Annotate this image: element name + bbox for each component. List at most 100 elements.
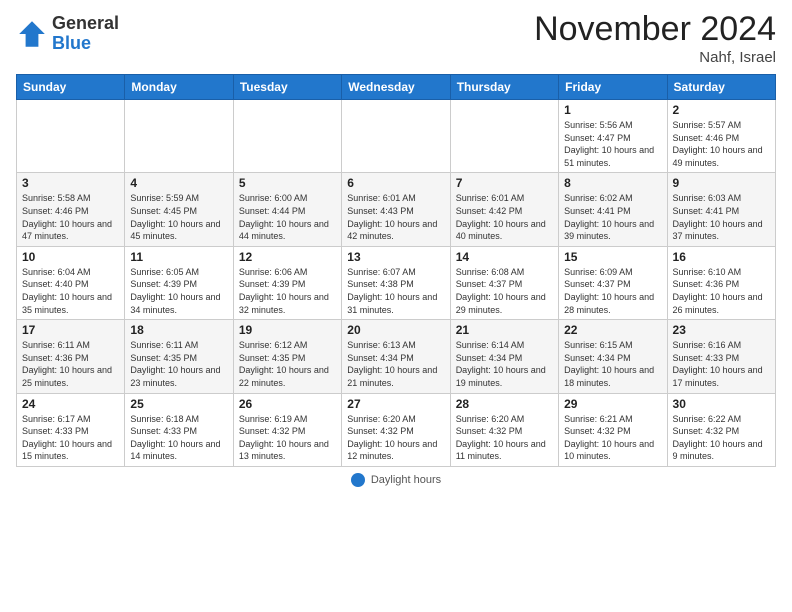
logo-line2: Blue xyxy=(52,34,119,54)
day-number: 19 xyxy=(239,323,336,337)
logo-line1: General xyxy=(52,14,119,34)
day-info: Sunrise: 6:05 AM Sunset: 4:39 PM Dayligh… xyxy=(130,266,227,316)
day-info: Sunrise: 6:17 AM Sunset: 4:33 PM Dayligh… xyxy=(22,413,119,463)
day-info: Sunrise: 6:19 AM Sunset: 4:32 PM Dayligh… xyxy=(239,413,336,463)
calendar-week-2: 3 Sunrise: 5:58 AM Sunset: 4:46 PM Daylig… xyxy=(17,173,776,246)
day-number: 23 xyxy=(673,323,770,337)
day-info: Sunrise: 6:15 AM Sunset: 4:34 PM Dayligh… xyxy=(564,339,661,389)
day-info: Sunrise: 6:21 AM Sunset: 4:32 PM Dayligh… xyxy=(564,413,661,463)
day-number: 13 xyxy=(347,250,444,264)
calendar-cell: 23 Sunrise: 6:16 AM Sunset: 4:33 PM Dayli… xyxy=(667,320,775,393)
calendar-week-3: 10 Sunrise: 6:04 AM Sunset: 4:40 PM Dayli… xyxy=(17,246,776,319)
day-info: Sunrise: 5:59 AM Sunset: 4:45 PM Dayligh… xyxy=(130,192,227,242)
calendar-week-4: 17 Sunrise: 6:11 AM Sunset: 4:36 PM Dayli… xyxy=(17,320,776,393)
day-number: 29 xyxy=(564,397,661,411)
calendar-cell: 27 Sunrise: 6:20 AM Sunset: 4:32 PM Dayli… xyxy=(342,393,450,466)
day-info: Sunrise: 6:09 AM Sunset: 4:37 PM Dayligh… xyxy=(564,266,661,316)
calendar-cell: 11 Sunrise: 6:05 AM Sunset: 4:39 PM Dayli… xyxy=(125,246,233,319)
day-info: Sunrise: 6:08 AM Sunset: 4:37 PM Dayligh… xyxy=(456,266,553,316)
day-info: Sunrise: 6:14 AM Sunset: 4:34 PM Dayligh… xyxy=(456,339,553,389)
day-info: Sunrise: 6:22 AM Sunset: 4:32 PM Dayligh… xyxy=(673,413,770,463)
calendar-week-5: 24 Sunrise: 6:17 AM Sunset: 4:33 PM Dayli… xyxy=(17,393,776,466)
calendar-cell: 12Sunrise: 6:06 AM Sunset: 4:39 PM Dayli… xyxy=(233,246,341,319)
day-info: Sunrise: 6:20 AM Sunset: 4:32 PM Dayligh… xyxy=(347,413,444,463)
day-number: 5 xyxy=(239,176,336,190)
header: General Blue November 2024 Nahf, Israel xyxy=(16,10,776,66)
day-info: Sunrise: 6:02 AM Sunset: 4:41 PM Dayligh… xyxy=(564,192,661,242)
day-number: 3 xyxy=(22,176,119,190)
calendar-cell: 4 Sunrise: 5:59 AM Sunset: 4:45 PM Daylig… xyxy=(125,173,233,246)
calendar-cell: 3 Sunrise: 5:58 AM Sunset: 4:46 PM Daylig… xyxy=(17,173,125,246)
day-number: 10 xyxy=(22,250,119,264)
day-number: 20 xyxy=(347,323,444,337)
calendar-cell xyxy=(233,100,341,173)
header-saturday: Saturday xyxy=(667,75,775,100)
logo-text: General Blue xyxy=(52,14,119,54)
day-number: 1 xyxy=(564,103,661,117)
calendar-cell xyxy=(17,100,125,173)
day-number: 24 xyxy=(22,397,119,411)
calendar-cell: 8 Sunrise: 6:02 AM Sunset: 4:41 PM Daylig… xyxy=(559,173,667,246)
calendar-cell: 5 Sunrise: 6:00 AM Sunset: 4:44 PM Daylig… xyxy=(233,173,341,246)
header-friday: Friday xyxy=(559,75,667,100)
day-number: 6 xyxy=(347,176,444,190)
day-number: 8 xyxy=(564,176,661,190)
day-number: 15 xyxy=(564,250,661,264)
calendar-title: November 2024 xyxy=(534,10,776,49)
day-info: Sunrise: 6:00 AM Sunset: 4:44 PM Dayligh… xyxy=(239,192,336,242)
logo-icon xyxy=(16,18,48,50)
calendar-cell: 29 Sunrise: 6:21 AM Sunset: 4:32 PM Dayli… xyxy=(559,393,667,466)
calendar-subtitle: Nahf, Israel xyxy=(534,49,776,66)
day-number: 12 xyxy=(239,250,336,264)
calendar-cell xyxy=(342,100,450,173)
calendar-cell: 15 Sunrise: 6:09 AM Sunset: 4:37 PM Dayli… xyxy=(559,246,667,319)
header-thursday: Thursday xyxy=(450,75,558,100)
day-info: Sunrise: 5:57 AM Sunset: 4:46 PM Dayligh… xyxy=(673,119,770,169)
calendar-cell: 24 Sunrise: 6:17 AM Sunset: 4:33 PM Dayli… xyxy=(17,393,125,466)
calendar-cell: 20 Sunrise: 6:13 AM Sunset: 4:34 PM Dayli… xyxy=(342,320,450,393)
calendar-cell: 16Sunrise: 6:10 AM Sunset: 4:36 PM Dayli… xyxy=(667,246,775,319)
calendar-cell: 7 Sunrise: 6:01 AM Sunset: 4:42 PM Daylig… xyxy=(450,173,558,246)
day-info: Sunrise: 6:18 AM Sunset: 4:33 PM Dayligh… xyxy=(130,413,227,463)
day-info: Sunrise: 6:01 AM Sunset: 4:42 PM Dayligh… xyxy=(456,192,553,242)
calendar-cell: 26Sunrise: 6:19 AM Sunset: 4:32 PM Dayli… xyxy=(233,393,341,466)
day-info: Sunrise: 6:13 AM Sunset: 4:34 PM Dayligh… xyxy=(347,339,444,389)
day-number: 4 xyxy=(130,176,227,190)
day-number: 22 xyxy=(564,323,661,337)
day-number: 14 xyxy=(456,250,553,264)
day-number: 2 xyxy=(673,103,770,117)
day-info: Sunrise: 6:10 AM Sunset: 4:36 PM Dayligh… xyxy=(673,266,770,316)
day-info: Sunrise: 6:11 AM Sunset: 4:36 PM Dayligh… xyxy=(22,339,119,389)
day-number: 18 xyxy=(130,323,227,337)
header-wednesday: Wednesday xyxy=(342,75,450,100)
logo: General Blue xyxy=(16,14,119,54)
footer: Daylight hours xyxy=(16,473,776,487)
calendar-cell: 13 Sunrise: 6:07 AM Sunset: 4:38 PM Dayli… xyxy=(342,246,450,319)
day-info: Sunrise: 6:07 AM Sunset: 4:38 PM Dayligh… xyxy=(347,266,444,316)
day-number: 11 xyxy=(130,250,227,264)
day-info: Sunrise: 6:16 AM Sunset: 4:33 PM Dayligh… xyxy=(673,339,770,389)
day-number: 28 xyxy=(456,397,553,411)
day-number: 7 xyxy=(456,176,553,190)
page: General Blue November 2024 Nahf, Israel … xyxy=(0,0,792,503)
calendar-cell: 30Sunrise: 6:22 AM Sunset: 4:32 PM Dayli… xyxy=(667,393,775,466)
calendar-cell: 21 Sunrise: 6:14 AM Sunset: 4:34 PM Dayli… xyxy=(450,320,558,393)
calendar-cell: 28Sunrise: 6:20 AM Sunset: 4:32 PM Dayli… xyxy=(450,393,558,466)
calendar-cell xyxy=(125,100,233,173)
day-info: Sunrise: 6:03 AM Sunset: 4:41 PM Dayligh… xyxy=(673,192,770,242)
footer-label: Daylight hours xyxy=(371,474,441,486)
day-info: Sunrise: 6:11 AM Sunset: 4:35 PM Dayligh… xyxy=(130,339,227,389)
calendar-cell: 1Sunrise: 5:56 AM Sunset: 4:47 PM Daylig… xyxy=(559,100,667,173)
day-info: Sunrise: 6:12 AM Sunset: 4:35 PM Dayligh… xyxy=(239,339,336,389)
calendar-cell: 19 Sunrise: 6:12 AM Sunset: 4:35 PM Dayli… xyxy=(233,320,341,393)
day-number: 21 xyxy=(456,323,553,337)
day-info: Sunrise: 6:04 AM Sunset: 4:40 PM Dayligh… xyxy=(22,266,119,316)
day-number: 25 xyxy=(130,397,227,411)
calendar-cell: 14 Sunrise: 6:08 AM Sunset: 4:37 PM Dayli… xyxy=(450,246,558,319)
day-number: 27 xyxy=(347,397,444,411)
day-info: Sunrise: 6:01 AM Sunset: 4:43 PM Dayligh… xyxy=(347,192,444,242)
day-info: Sunrise: 5:58 AM Sunset: 4:46 PM Dayligh… xyxy=(22,192,119,242)
calendar-table: Sunday Monday Tuesday Wednesday Thursday… xyxy=(16,74,776,467)
header-sunday: Sunday xyxy=(17,75,125,100)
day-number: 17 xyxy=(22,323,119,337)
